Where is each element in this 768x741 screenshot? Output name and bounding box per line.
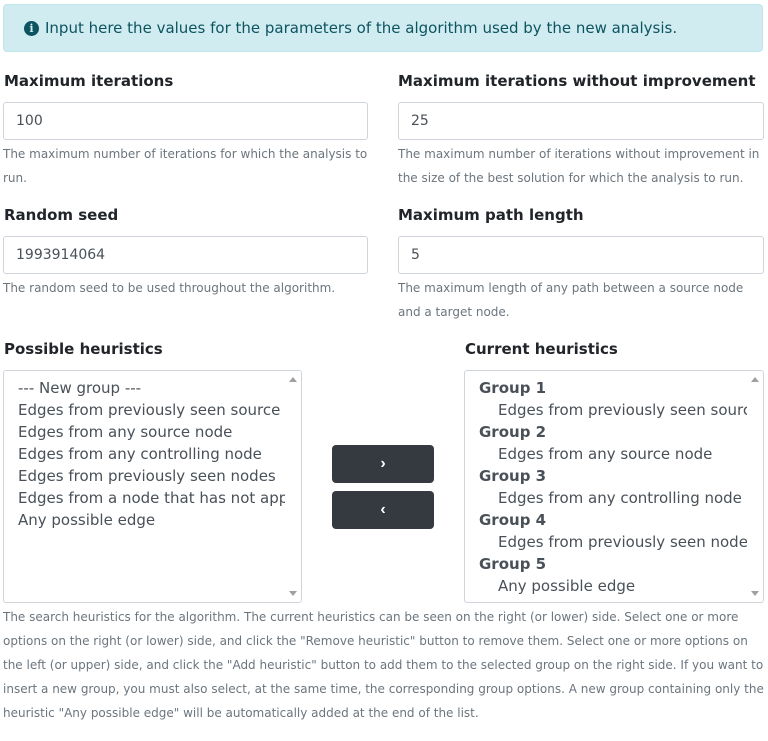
possible-heuristics-options: --- New group --- Edges from previously …	[4, 377, 285, 531]
info-circle-icon: i	[24, 20, 39, 36]
scroll-up-arrow-icon[interactable]	[289, 377, 297, 382]
possible-heuristic-option[interactable]: Edges from any source node	[4, 421, 285, 443]
info-alert: i Input here the values for the paramete…	[3, 4, 763, 52]
max-iterations-without-improvement-label: Maximum iterations without improvement	[398, 72, 756, 90]
remove-heuristic-button[interactable]: ‹	[332, 491, 434, 529]
current-heuristic-option[interactable]: Edges from any source node	[465, 443, 747, 465]
possible-heuristic-option[interactable]: Edges from any controlling node	[4, 443, 285, 465]
current-heuristics-scrollbar[interactable]	[747, 371, 763, 602]
possible-heuristic-option[interactable]: Edges from a node that has not appea	[4, 487, 285, 509]
scroll-up-arrow-icon[interactable]	[751, 377, 759, 382]
max-path-length-help: The maximum length of any path between a…	[398, 281, 744, 319]
current-heuristic-option[interactable]: Edges from previously seen nodes	[465, 531, 747, 553]
max-iterations-help: The maximum number of iterations for whi…	[3, 147, 368, 185]
max-iterations-without-improvement-input[interactable]	[398, 102, 764, 140]
random-seed-input[interactable]	[3, 236, 368, 274]
scroll-down-arrow-icon[interactable]	[751, 591, 759, 596]
current-heuristics-listbox[interactable]: Group 1 Edges from previously seen sourc…	[464, 370, 764, 603]
current-heuristics-label: Current heuristics	[465, 340, 618, 358]
alert-text: Input here the values for the parameters…	[45, 19, 678, 37]
heuristic-group-label: Group 4	[479, 511, 547, 529]
add-heuristic-button[interactable]: ›	[332, 445, 434, 483]
possible-heuristic-option[interactable]: Edges from previously seen source no	[4, 399, 285, 421]
current-heuristic-option[interactable]: Edges from any controlling node	[465, 487, 747, 509]
max-iterations-label: Maximum iterations	[4, 72, 174, 90]
possible-heuristics-listbox[interactable]: --- New group --- Edges from previously …	[3, 370, 302, 603]
possible-heuristics-label: Possible heuristics	[4, 340, 163, 358]
current-heuristic-option[interactable]: Any possible edge	[465, 575, 747, 597]
max-iterations-input[interactable]	[3, 102, 368, 140]
max-iterations-without-improvement-help: The maximum number of iterations without…	[398, 147, 760, 185]
current-heuristic-option[interactable]: Edges from previously seen source	[465, 399, 747, 421]
max-path-length-input[interactable]	[398, 236, 764, 274]
heuristic-group-label: Group 1	[479, 379, 547, 397]
current-heuristics-options: Group 1 Edges from previously seen sourc…	[465, 377, 747, 597]
chevron-right-icon: ›	[380, 455, 386, 472]
scroll-down-arrow-icon[interactable]	[289, 591, 297, 596]
possible-heuristic-option[interactable]: Edges from previously seen nodes	[4, 465, 285, 487]
chevron-left-icon: ‹	[380, 501, 386, 518]
heuristic-group-label: Group 3	[479, 467, 547, 485]
heuristic-group-label: Group 2	[479, 423, 547, 441]
random-seed-label: Random seed	[4, 206, 119, 224]
heuristic-group-label: Group 5	[479, 555, 547, 573]
max-path-length-label: Maximum path length	[398, 206, 584, 224]
random-seed-help: The random seed to be used throughout th…	[3, 281, 336, 295]
possible-heuristic-option[interactable]: --- New group ---	[4, 377, 285, 399]
heuristics-help: The search heuristics for the algorithm.…	[3, 610, 764, 720]
possible-heuristics-scrollbar[interactable]	[285, 371, 301, 602]
possible-heuristic-option[interactable]: Any possible edge	[4, 509, 285, 531]
